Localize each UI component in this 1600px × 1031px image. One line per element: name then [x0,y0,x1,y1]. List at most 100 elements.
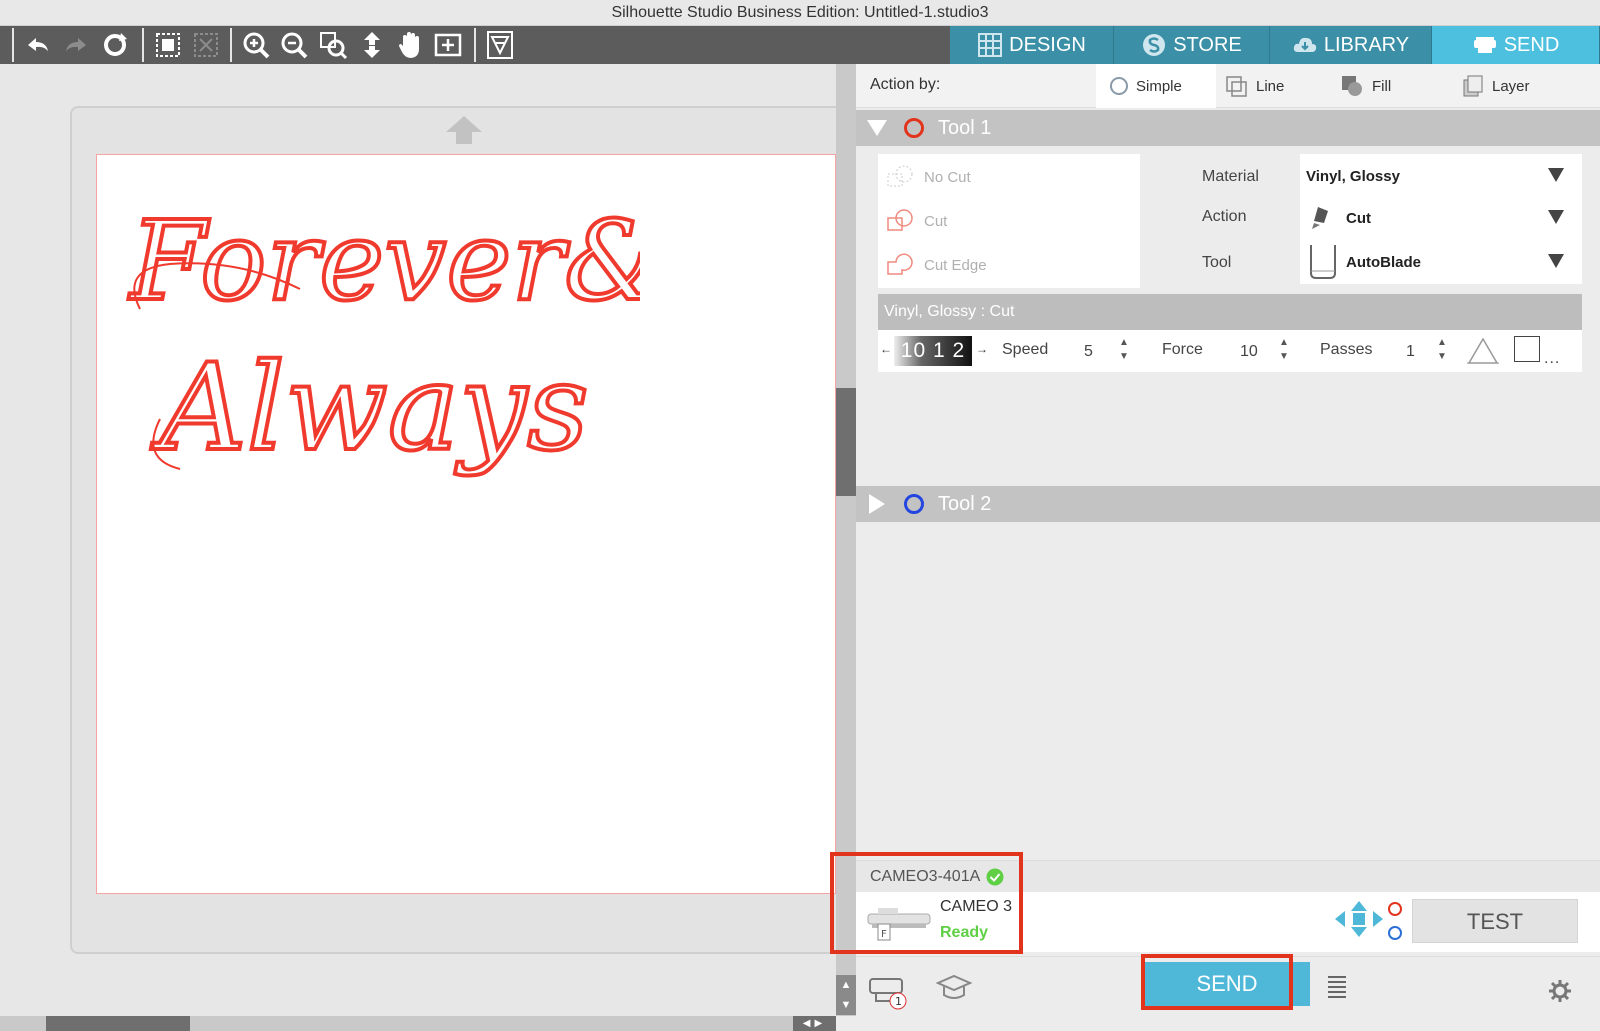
action-by-layer[interactable]: Layer [1460,64,1530,108]
option-label: Fill [1372,77,1392,95]
forever-always-artwork[interactable]: Forever& Always [120,169,640,509]
action-dropdown[interactable]: Cut [1300,196,1582,240]
autoblade-icon [1310,245,1336,279]
tool2-color-ring [904,494,924,514]
store-s-icon [1143,34,1166,56]
cut-edge-icon [887,253,913,275]
dropdown-arrow-icon [1548,254,1564,268]
feed-direction-arrow-icon [446,116,482,144]
artwork-text-line2: Always [150,339,589,478]
tutorial-cap-icon[interactable] [936,973,972,1003]
blade-left-arrow-icon[interactable]: ← [880,342,892,356]
tool-dropdown[interactable]: AutoBlade [1300,240,1582,284]
tool1-test-ring-icon[interactable] [1388,902,1402,916]
undo-icon[interactable] [22,29,54,61]
option-label: Layer [1492,77,1530,95]
design-canvas[interactable]: Forever& Always [0,64,850,1016]
blade-right-arrow-icon[interactable]: → [976,342,988,356]
action-by-label: Action by: [870,76,941,93]
tab-label: DESIGN [1009,33,1086,56]
blade-depth-indicator[interactable]: 10 1 2 [894,336,972,366]
no-cut-option[interactable]: No Cut [886,162,971,192]
toolbar-divider [230,28,232,62]
cut-icon [887,209,913,231]
window-title: Silhouette Studio Business Edition: Unti… [0,0,1600,26]
redraw-icon[interactable] [99,29,131,61]
fit-page-icon[interactable] [432,29,464,61]
redo-icon[interactable] [60,29,92,61]
tab-label: LIBRARY [1323,33,1410,56]
dropdown-arrow-icon [1548,168,1564,182]
action-by-simple[interactable]: Simple [1096,64,1216,108]
grid-icon [978,33,1003,57]
option-label: Line [1256,77,1285,95]
cut-option[interactable]: Cut [886,206,947,236]
tab-design[interactable]: DESIGN [950,26,1114,64]
force-label: Force [1162,341,1203,358]
device-queue-icon[interactable]: 1 [868,971,912,1011]
line-segment-overcut-icon[interactable] [1466,336,1500,366]
deselect-icon[interactable] [190,29,222,61]
radio-icon [1110,77,1128,95]
zoom-fit-icon[interactable] [317,29,349,61]
speed-stepper[interactable]: ▲ ▼ [1118,336,1130,364]
passes-label: Passes [1320,341,1373,358]
zoom-in-icon[interactable] [240,29,272,61]
tool2-header[interactable]: Tool 2 [856,486,1600,522]
cut-label: Cut [924,212,948,230]
pan-down-icon[interactable] [356,29,388,61]
horizontal-scroll-thumb[interactable] [46,1016,190,1031]
test-button[interactable]: TEST [1412,899,1578,943]
select-all-icon[interactable] [152,29,184,61]
vertical-scroll-buttons[interactable]: ▲ ▼ [836,975,856,1015]
force-stepper[interactable]: ▲ ▼ [1278,336,1290,364]
toolbar-divider [142,28,144,62]
line-icon [1226,76,1247,97]
fill-icon [1342,76,1362,96]
action-by-fill[interactable]: Fill [1340,64,1391,108]
overcut-checkbox[interactable] [1514,336,1540,362]
trace-icon[interactable] [484,29,516,61]
tab-label: SEND [1503,33,1560,56]
material-label: Material [1202,168,1259,185]
action-by-line[interactable]: Line [1224,64,1284,108]
cut-edge-label: Cut Edge [924,256,987,274]
tab-library[interactable]: LIBRARY [1270,26,1432,64]
speed-label: Speed [1002,341,1049,358]
cut-edge-option[interactable]: Cut Edge [886,250,987,280]
expand-triangle-icon [869,494,885,514]
material-dropdown[interactable]: Vinyl, Glossy [1300,154,1582,198]
settings-gear-icon[interactable] [1548,979,1572,1003]
tool2-test-ring-icon[interactable] [1388,926,1402,940]
cut-parameters-row: ← 10 1 2 → Speed 5 ▲ ▼ Force 10 ▲ ▼ Passes… [878,330,1582,372]
passes-stepper[interactable]: ▲ ▼ [1436,336,1448,364]
horizontal-scroll-buttons[interactable]: ◀▶ [793,1016,836,1031]
collapse-triangle-icon [867,120,887,136]
action-value: Cut [1346,209,1371,227]
device-highlight-box [830,852,1023,954]
option-label: Simple [1136,77,1182,95]
zoom-out-icon[interactable] [278,29,310,61]
tab-send[interactable]: SEND [1432,26,1600,64]
more-options-icon[interactable]: ... [1544,350,1560,368]
tool1-header[interactable]: Tool 1 [856,110,1600,146]
app-window: Silhouette Studio Business Edition: Unti… [0,0,1600,1031]
action-by-row: Action by: Simple Line Fill Layer [856,64,1600,108]
cutter-icon [1473,37,1496,53]
toolbar-divider [12,28,14,62]
tool2-label: Tool 2 [938,492,992,515]
vertical-scroll-thumb[interactable] [836,388,856,496]
tool-label: Tool [1202,254,1232,271]
pan-hand-icon[interactable] [394,29,426,61]
artwork-text-line1: Forever& [128,197,640,325]
send-queue-list-icon[interactable] [1326,973,1348,1003]
send-button-highlight-box [1141,954,1293,1010]
tab-store[interactable]: STORE [1114,26,1270,64]
tab-label: STORE [1173,33,1242,56]
move-blade-arrows-icon[interactable] [1334,900,1384,938]
cut-settings-summary: Vinyl, Glossy : Cut [878,294,1582,330]
layer-icon [1463,75,1483,97]
top-tabs: DESIGN STORE LIBRARY SEND [950,26,1600,64]
svg-text:1: 1 [895,995,902,1008]
blade-cut-icon [1312,207,1328,229]
